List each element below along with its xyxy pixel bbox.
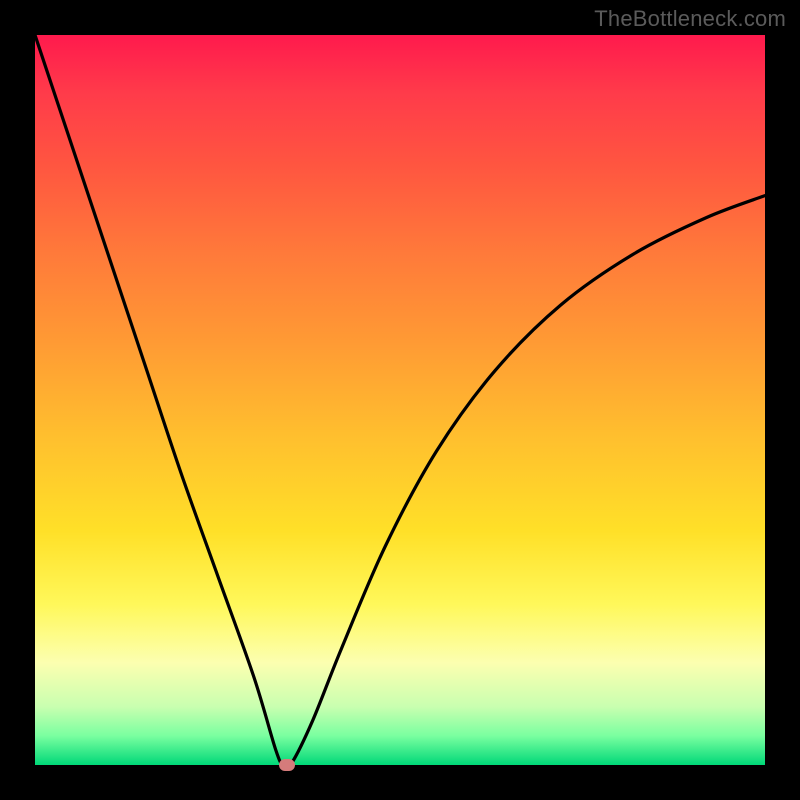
optimal-point-marker: [279, 759, 295, 771]
chart-frame: TheBottleneck.com: [0, 0, 800, 800]
watermark-text: TheBottleneck.com: [594, 6, 786, 32]
curve-layer: [35, 35, 765, 765]
bottleneck-curve: [35, 35, 765, 765]
plot-area: [35, 35, 765, 765]
